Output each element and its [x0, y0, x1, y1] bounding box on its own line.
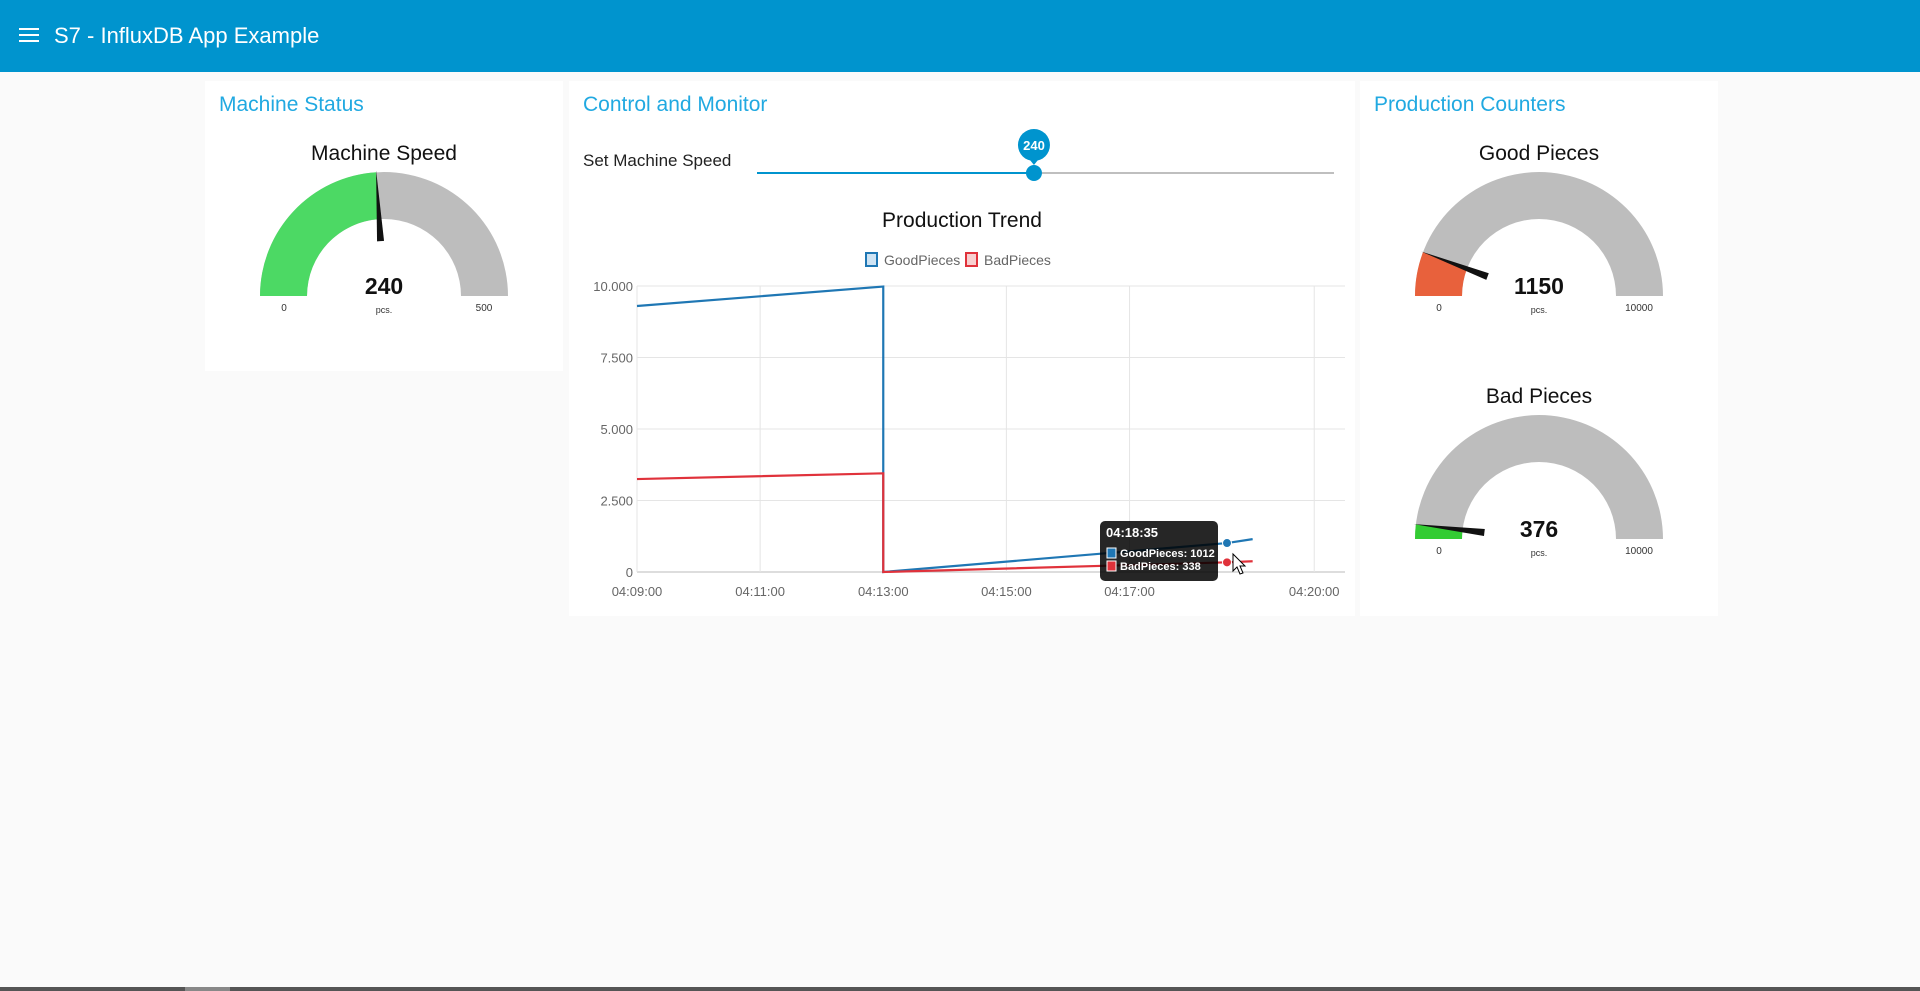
mouse-cursor-icon [1232, 552, 1247, 575]
y-tick-label: 5.000 [600, 422, 633, 437]
legend-label-badpieces: BadPieces [984, 252, 1051, 268]
app-title: S7 - InfluxDB App Example [54, 23, 320, 48]
gauge-units: pcs. [376, 305, 393, 315]
chart-legend[interactable]: GoodPieces BadPieces [865, 252, 1051, 268]
hover-point-badpieces [1222, 557, 1232, 568]
tooltip-time: 04:18:35 [1106, 525, 1158, 540]
speed-slider[interactable]: 240 [569, 121, 1355, 201]
x-tick-label: 04:15:00 [981, 584, 1032, 599]
gauge-units: pcs. [1531, 548, 1548, 558]
tooltip-swatch [1106, 547, 1117, 559]
gauge-min-label: 0 [1436, 546, 1442, 557]
tooltip-row: BadPieces: 338 [1120, 561, 1201, 573]
gauge-value: 240 [365, 273, 403, 299]
legend-item-badpieces[interactable]: BadPieces [965, 252, 1051, 268]
y-tick-label: 0 [626, 565, 633, 580]
x-tick-label: 04:13:00 [858, 584, 909, 599]
hamburger-menu-icon[interactable] [18, 28, 42, 46]
machine-speed-gauge: 240 pcs. 0 500 [260, 171, 508, 315]
gauge-min-label: 0 [281, 303, 287, 314]
gauge-max-label: 10000 [1625, 303, 1653, 314]
y-tick-label: 2.500 [600, 494, 633, 509]
hover-point-goodpieces [1222, 538, 1232, 549]
y-tick-label: 10.000 [593, 279, 633, 294]
tooltip-swatch [1106, 560, 1117, 572]
gauge-fill [260, 172, 380, 296]
bad-pieces-gauge: 376 pcs. 0 10000 [1413, 415, 1663, 558]
x-tick-label: 04:11:00 [735, 584, 785, 599]
y-tick-label: 7.500 [600, 351, 633, 366]
x-tick-label: 04:20:00 [1289, 584, 1340, 599]
gauge-units: pcs. [1531, 305, 1548, 315]
bad-pieces-gauge-title: Bad Pieces [1485, 385, 1593, 408]
gauge-min-label: 0 [1436, 303, 1442, 314]
tooltip-row: GoodPieces: 1012 [1120, 548, 1215, 560]
app-toolbar: S7 - InfluxDB App Example [0, 0, 1920, 72]
production-counters-title: Production Counters [1374, 93, 1566, 116]
control-monitor-title: Control and Monitor [583, 93, 768, 116]
gauge-max-label: 10000 [1625, 546, 1653, 557]
slider-thumb[interactable] [1025, 165, 1042, 181]
gauge-value: 1150 [1514, 273, 1564, 299]
production-counters-card: Production Counters Good Pieces 1150 pcs… [1360, 81, 1718, 616]
slider-value: 240 [1023, 138, 1045, 153]
legend-swatch-goodpieces [865, 252, 878, 267]
control-monitor-card: Control and Monitor Set Machine Speed 24… [569, 81, 1355, 616]
plot-area: 0 2.500 5.000 7.500 10.000 04:09:00 04:11:00 04… [593, 279, 1345, 599]
bottom-scroll-bar [0, 987, 1920, 991]
machine-speed-gauge-title: Machine Speed [311, 142, 457, 165]
good-pieces-gauge: 1150 pcs. 0 10000 [1415, 172, 1663, 315]
legend-swatch-badpieces [965, 252, 978, 267]
x-tick-label: 04:17:00 [1104, 584, 1155, 599]
machine-status-card: Machine Status Machine Speed 240 pcs. 0 … [205, 81, 563, 371]
scroll-thumb[interactable] [185, 987, 230, 991]
good-pieces-gauge-title: Good Pieces [1478, 142, 1600, 165]
gauge-value: 376 [1520, 516, 1558, 542]
chart-title: Production Trend [882, 209, 1042, 232]
x-tick-label: 04:09:00 [612, 584, 663, 599]
legend-item-goodpieces[interactable]: GoodPieces [865, 252, 960, 268]
legend-label-goodpieces: GoodPieces [884, 252, 960, 268]
machine-status-title: Machine Status [219, 93, 364, 116]
gauge-max-label: 500 [476, 303, 493, 314]
production-trend-chart[interactable]: GoodPieces BadPieces 0 2.500 5.000 7.500 10.… [569, 236, 1355, 616]
slider-value-pin: 240 [1017, 129, 1050, 165]
